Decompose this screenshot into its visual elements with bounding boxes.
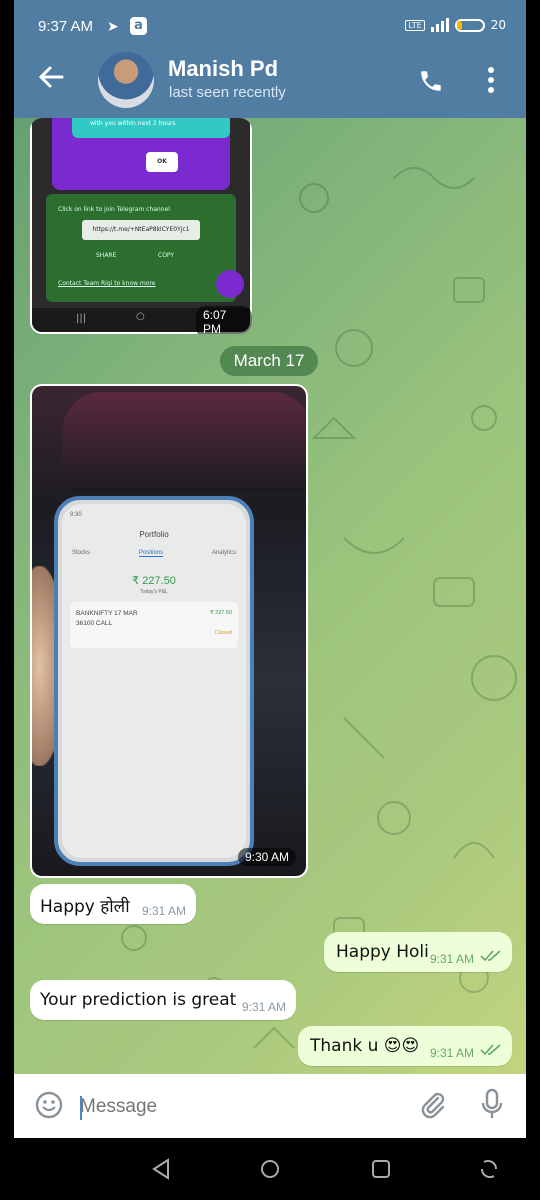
screenshot-link: https://t.me/+NtEaP8klCYE0Yjc1 [82,220,200,240]
screenshot-teal-banner: with you within next 2 hours [72,118,230,138]
app-notification-icon: a [130,17,147,35]
chat-screen: 9:37 AM ➤ a LTE 20 Manish Pd last seen r… [14,0,526,1138]
message-time: 9:30 AM [238,848,297,866]
lte-icon: LTE [405,19,425,31]
message-time: 9:31 AM [430,1046,475,1060]
screenshot-telegram-card: Click on link to join Telegram channel h… [46,194,236,302]
screenshot-ok-button: OK [146,152,178,172]
text-cursor [80,1096,82,1120]
avatar[interactable] [98,52,154,108]
message-text: Happy Holi [336,942,429,962]
message-text: Happy होली [40,897,130,917]
message-time: 6:07 PM [196,306,252,334]
rotate-icon[interactable] [478,1158,500,1180]
last-seen-status: last seen recently [169,84,286,101]
message-text: Thank u 😍😍 [310,1036,420,1056]
phone-call-icon[interactable] [418,68,444,94]
back-arrow-icon[interactable] [36,62,66,92]
screenshot-copy: COPY [158,252,175,259]
photo-position-status: Closed [214,630,232,636]
photo-position-pnl: ₹ 227.50 [210,610,232,616]
screenshot-contact: Contact Team Rigi to know more [58,280,156,287]
screenshot-share: SHARE [96,252,117,259]
photo-position-name: BANKNIFTY 17 MAR [76,610,138,617]
read-ticks-icon [480,950,501,962]
battery-icon [454,18,485,32]
photo-portfolio-tabs: Stocks Positions Analytics [72,550,236,557]
battery-level: 20 [490,18,506,32]
photo-phone-screen: 9:30 Portfolio Stocks Positions Analytic… [62,504,246,858]
screenshot-image-1: with you within next 2 hours OK Click on… [32,118,250,332]
outgoing-message-1[interactable]: Happy Holi 9:31 AM [324,932,512,972]
chat-header: Manish Pd last seen recently [14,38,526,118]
photo-pnl-label: Today's P&L [140,589,168,595]
image-message-1[interactable]: with you within next 2 hours OK Click on… [30,118,252,334]
photo-tab-analytics: Analytics [211,550,236,556]
image-message-2[interactable]: 9:30 Portfolio Stocks Positions Analytic… [30,384,308,878]
message-input[interactable] [80,1096,380,1118]
photo-tab-positions: Positions [138,550,164,557]
screenshot-join-text: Click on link to join Telegram channel [58,206,170,213]
outgoing-message-2[interactable]: Thank u 😍😍 9:31 AM [298,1026,512,1066]
screenshot-chat-icon [216,270,244,298]
photo-position-strike: 36100 CALL [76,620,113,627]
signal-icon [430,18,449,32]
message-time: 9:31 AM [242,1000,287,1014]
microphone-icon[interactable] [480,1088,504,1120]
photo-pnl-amount: ₹ 227.50 [132,575,176,587]
photo-tab-stocks: Stocks [72,550,91,556]
nav-home-icon[interactable] [259,1158,281,1180]
contact-name[interactable]: Manish Pd [168,56,278,82]
system-navigation-bar [0,1138,540,1200]
photo-image-2: 9:30 Portfolio Stocks Positions Analytic… [32,386,306,876]
status-time: 9:37 AM [38,18,94,35]
more-options-icon[interactable] [486,66,496,94]
photo-background-bag [62,392,306,492]
emoji-icon[interactable] [34,1090,64,1120]
incoming-message-1[interactable]: Happy होली 9:31 AM [30,884,196,924]
photo-position-card: BANKNIFTY 17 MAR 36100 CALL ₹ 227.50 Clo… [70,602,238,648]
read-ticks-icon [480,1044,501,1056]
message-text: Your prediction is great [40,990,237,1010]
message-time: 9:31 AM [142,904,187,918]
status-indicators: LTE 20 [405,18,506,32]
nav-back-icon[interactable] [150,1158,172,1180]
nav-recents-icon[interactable] [370,1158,392,1180]
photo-portfolio-title: Portfolio [139,530,169,539]
photo-phone: 9:30 Portfolio Stocks Positions Analytic… [54,496,254,866]
telegram-notification-icon: ➤ [107,19,119,35]
attach-icon[interactable] [418,1090,448,1120]
screenshot-dialog: with you within next 2 hours OK [52,118,230,190]
message-time: 9:31 AM [430,952,475,966]
photo-phone-time: 9:30 [70,512,82,518]
date-divider: March 17 [220,346,318,376]
incoming-message-2[interactable]: Your prediction is great 9:31 AM [30,980,296,1020]
message-composer [14,1074,526,1138]
